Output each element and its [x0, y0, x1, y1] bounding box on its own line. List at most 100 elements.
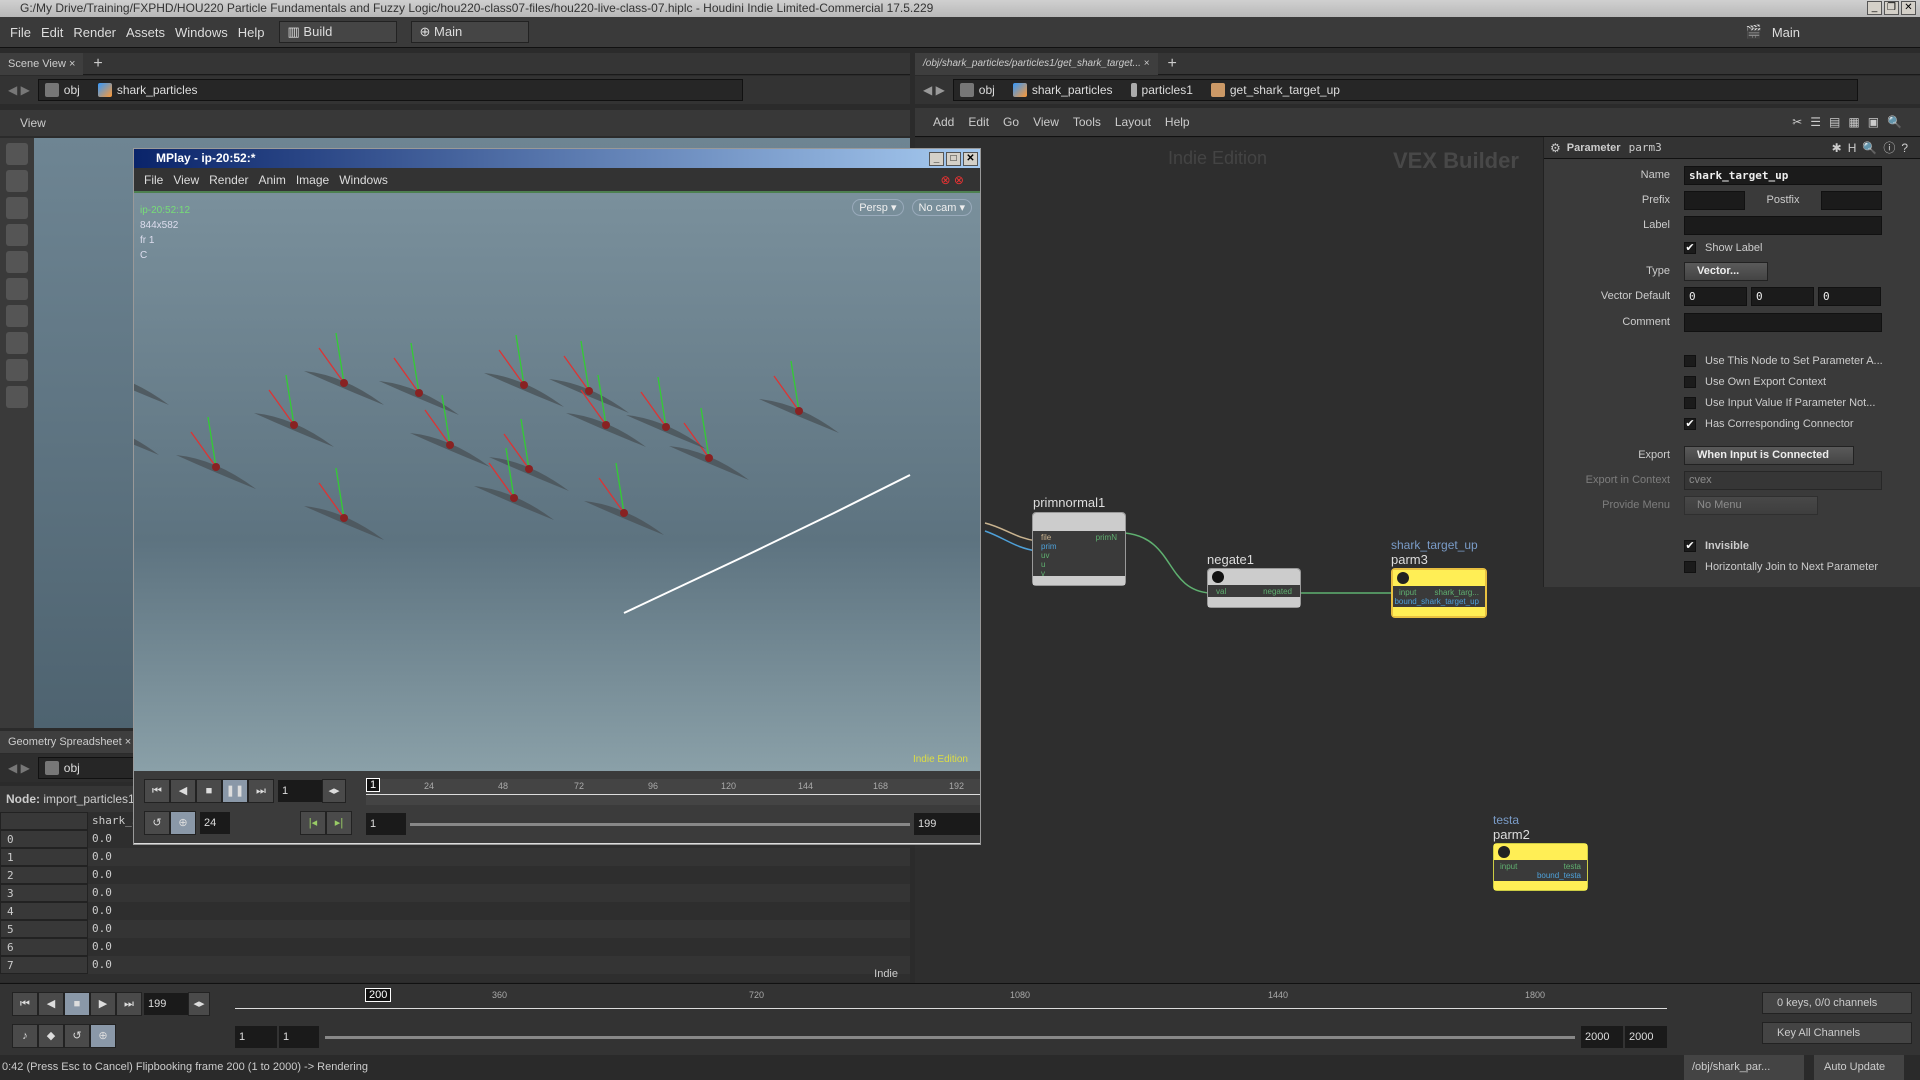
- restore-button[interactable]: ❐: [1884, 1, 1899, 15]
- hjoin-checkbox[interactable]: [1684, 561, 1696, 573]
- magnet-tool-icon[interactable]: [6, 386, 28, 408]
- stop-button[interactable]: ■: [64, 992, 90, 1016]
- mplay-menu-file[interactable]: File: [144, 173, 163, 187]
- view-menu[interactable]: View: [20, 116, 46, 130]
- scene-path[interactable]: obj shark_particles: [37, 79, 743, 101]
- right-desktop[interactable]: 🎬 Main: [1736, 24, 1800, 40]
- select-tool-icon[interactable]: [6, 143, 28, 165]
- step-buttons[interactable]: ◂▸: [188, 992, 210, 1016]
- rotate-tool-icon[interactable]: [6, 197, 28, 219]
- postfix-field[interactable]: [1821, 190, 1882, 210]
- current-frame-field[interactable]: 1: [278, 780, 322, 802]
- range-start-field[interactable]: 1: [235, 1026, 277, 1048]
- crumb-particles1[interactable]: particles1: [1130, 83, 1193, 97]
- node-negate1[interactable]: val negated: [1207, 568, 1301, 608]
- add-tab-button[interactable]: +: [1168, 55, 1177, 73]
- range-start-button[interactable]: |◂: [300, 811, 326, 835]
- param-checkbox[interactable]: [1684, 355, 1696, 367]
- persp-menu[interactable]: Persp ▾: [852, 199, 904, 216]
- last-frame-button[interactable]: ⏭: [116, 992, 142, 1016]
- camera-menu[interactable]: No cam ▾: [911, 199, 972, 216]
- range-slider[interactable]: [325, 1035, 1575, 1039]
- back-forward-icon[interactable]: ◀ ▶: [923, 83, 945, 97]
- mplay-minimize-button[interactable]: _: [929, 151, 944, 166]
- range-end-button[interactable]: ▸|: [326, 811, 352, 835]
- range-end2-field[interactable]: 2000: [1625, 1026, 1667, 1048]
- param-checkbox[interactable]: [1684, 376, 1696, 388]
- net-menu-edit[interactable]: Edit: [968, 115, 989, 129]
- key-all-channels-button[interactable]: Key All Channels: [1762, 1022, 1912, 1044]
- net-menu-tools[interactable]: Tools: [1073, 115, 1101, 129]
- camera-tool-icon[interactable]: [6, 332, 28, 354]
- keyframe-button[interactable]: ◆: [38, 1024, 64, 1048]
- step-buttons[interactable]: ◂▸: [322, 779, 346, 803]
- first-frame-button[interactable]: ⏮: [144, 779, 170, 803]
- menu-windows[interactable]: Windows: [175, 25, 228, 40]
- range-start-field[interactable]: 1: [366, 813, 406, 835]
- mplay-image[interactable]: ip-20:52:12 844x582 fr 1C Persp ▾ No cam ▾…: [134, 193, 980, 771]
- mplay-menu-render[interactable]: Render: [209, 173, 248, 187]
- type-select[interactable]: Vector...: [1684, 261, 1768, 281]
- net-menu-go[interactable]: Go: [1003, 115, 1019, 129]
- context-select[interactable]: ⊕ Main: [410, 21, 529, 43]
- menu-edit[interactable]: Edit: [41, 25, 63, 40]
- net-menu-layout[interactable]: Layout: [1115, 115, 1151, 129]
- stop-render-icon[interactable]: ⊗ ⊗: [941, 173, 964, 187]
- node-parm2[interactable]: input testa bound_testa: [1493, 843, 1588, 891]
- scale-tool-icon[interactable]: [6, 224, 28, 246]
- crumb-shark-particles[interactable]: shark_particles: [1012, 83, 1113, 97]
- mplay-frame-slider[interactable]: 1 24 48 72 96 120 144 168 192: [366, 778, 980, 805]
- network-path[interactable]: obj shark_particles particles1 get_shark…: [952, 79, 1858, 101]
- menu-help[interactable]: Help: [238, 25, 265, 40]
- tab-scene-view[interactable]: Scene View ×: [0, 52, 84, 75]
- tab-network[interactable]: /obj/shark_particles/particles1/get_shar…: [915, 52, 1158, 75]
- status-path[interactable]: /obj/shark_par...: [1684, 1055, 1804, 1080]
- pose-tool-icon[interactable]: [6, 278, 28, 300]
- node-name-field[interactable]: parm3: [1629, 141, 1662, 154]
- realtime-button[interactable]: ⊕: [170, 811, 196, 835]
- crumb-obj[interactable]: obj: [959, 83, 995, 97]
- network-tool-icons[interactable]: ✂☰▤▦▣🔍: [1792, 115, 1910, 129]
- comment-field[interactable]: [1684, 312, 1882, 332]
- mplay-menu-windows[interactable]: Windows: [339, 173, 388, 187]
- node-primnormal1[interactable]: file prim uv u v primN: [1032, 512, 1126, 586]
- mplay-menu-view[interactable]: View: [173, 173, 199, 187]
- loop-button[interactable]: ↺: [144, 811, 170, 835]
- range-end-field[interactable]: 199: [914, 813, 980, 835]
- mplay-maximize-button[interactable]: □: [946, 151, 961, 166]
- menu-assets[interactable]: Assets: [126, 25, 165, 40]
- vector-default-z[interactable]: 0: [1818, 286, 1881, 306]
- name-field[interactable]: shark_target_up: [1684, 165, 1882, 185]
- menu-file[interactable]: File: [10, 25, 31, 40]
- net-menu-add[interactable]: Add: [933, 115, 954, 129]
- provide-menu-select[interactable]: No Menu: [1684, 495, 1818, 515]
- keys-channels-display[interactable]: 0 keys, 0/0 channels: [1762, 992, 1912, 1014]
- prefix-field[interactable]: [1684, 190, 1745, 210]
- last-frame-button[interactable]: ⏭: [248, 779, 274, 803]
- range-end-field[interactable]: 2000: [1581, 1026, 1623, 1048]
- vector-default-x[interactable]: 0: [1684, 286, 1747, 306]
- timeline-slider[interactable]: 200 360 720 1080 1440 1800: [235, 988, 1667, 1020]
- realtime-button[interactable]: ⊕: [90, 1024, 116, 1048]
- tab-geometry-spreadsheet[interactable]: Geometry Spreadsheet ×: [0, 730, 140, 753]
- net-menu-help[interactable]: Help: [1165, 115, 1190, 129]
- stop-button[interactable]: ■: [196, 779, 222, 803]
- fps-field[interactable]: 24: [200, 812, 230, 834]
- crumb-get-shark-target-up[interactable]: get_shark_target_up: [1210, 83, 1340, 97]
- update-mode-select[interactable]: Auto Update: [1814, 1055, 1904, 1080]
- param-checkbox[interactable]: [1684, 397, 1696, 409]
- back-forward-icon[interactable]: ◀ ▶: [8, 761, 30, 775]
- desktop-select[interactable]: ▥ Build: [278, 21, 397, 43]
- add-tab-button[interactable]: +: [93, 55, 102, 73]
- audio-button[interactable]: ♪: [12, 1024, 38, 1048]
- light-tool-icon[interactable]: [6, 305, 28, 327]
- handle-tool-icon[interactable]: [6, 251, 28, 273]
- crumb-shark-particles[interactable]: shark_particles: [97, 83, 198, 97]
- mplay-menu-image[interactable]: Image: [296, 173, 329, 187]
- move-tool-icon[interactable]: [6, 170, 28, 192]
- spreadsheet-node[interactable]: import_particles1: [43, 792, 134, 806]
- export-select[interactable]: When Input is Connected: [1684, 445, 1854, 465]
- frame-marker[interactable]: 200: [365, 988, 392, 1002]
- panel-tool-icons[interactable]: ✱H🔍ⓘ?: [1832, 139, 1914, 156]
- crumb-obj[interactable]: obj: [44, 83, 80, 97]
